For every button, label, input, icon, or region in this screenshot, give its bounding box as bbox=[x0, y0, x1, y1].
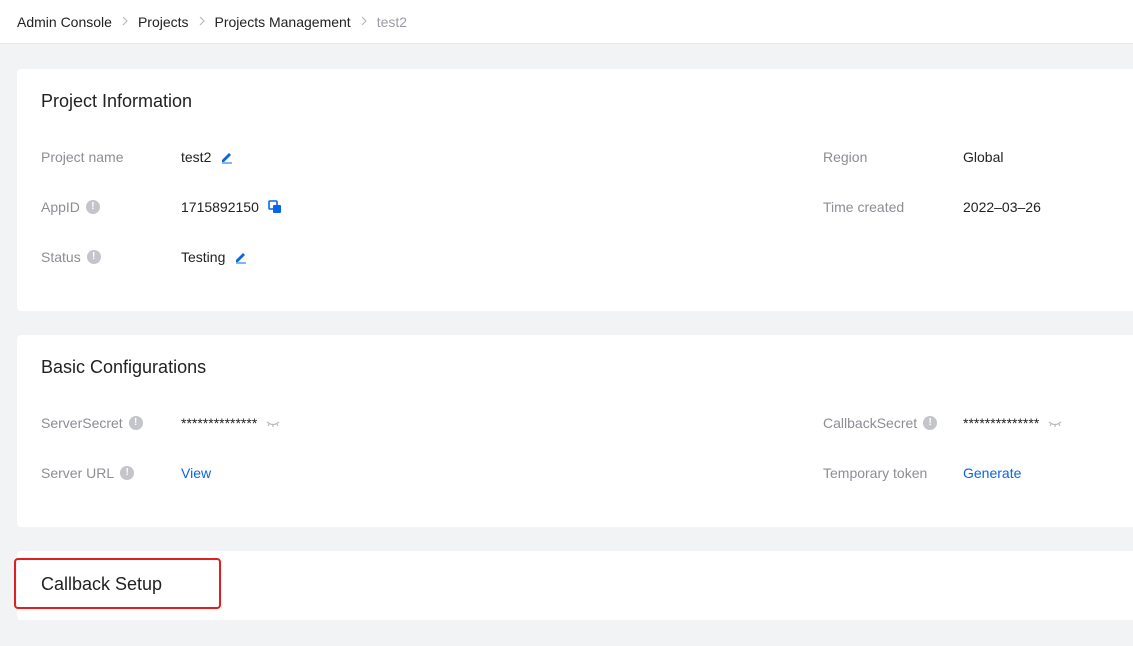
breadcrumb-projects-management[interactable]: Projects Management bbox=[215, 14, 351, 30]
status-value: Testing bbox=[181, 249, 248, 265]
region-value: Global bbox=[963, 149, 1004, 165]
eye-closed-icon[interactable] bbox=[1048, 416, 1062, 430]
project-information-card: Project Information Project name test2 A… bbox=[17, 69, 1133, 311]
edit-icon[interactable] bbox=[234, 250, 248, 264]
server-url-value: View bbox=[181, 465, 211, 481]
callback-secret-label: CallbackSecret ! bbox=[823, 415, 938, 431]
breadcrumb-projects[interactable]: Projects bbox=[138, 14, 189, 30]
breadcrumb-admin-console[interactable]: Admin Console bbox=[17, 14, 112, 30]
project-name-value: test2 bbox=[181, 149, 234, 165]
breadcrumb-current: test2 bbox=[376, 13, 408, 30]
time-created-value: 2022–03–26 bbox=[963, 199, 1041, 215]
project-information-title: Project Information bbox=[41, 91, 193, 111]
callback-secret-value: ************** bbox=[963, 415, 1062, 431]
info-icon[interactable]: ! bbox=[120, 466, 135, 480]
project-name-label: Project name bbox=[41, 149, 124, 165]
info-icon[interactable]: ! bbox=[85, 200, 100, 214]
info-icon[interactable]: ! bbox=[923, 416, 938, 430]
chevron-right-icon bbox=[351, 14, 377, 29]
copy-icon[interactable] bbox=[268, 200, 282, 214]
basic-configurations-card: Basic Configurations ServerSecret ! ****… bbox=[17, 335, 1133, 527]
status-label: Status ! bbox=[41, 249, 101, 265]
chevron-right-icon bbox=[189, 14, 215, 29]
temporary-token-label: Temporary token bbox=[823, 465, 928, 481]
breadcrumb: Admin Console Projects Projects Manageme… bbox=[0, 0, 1133, 44]
view-link[interactable]: View bbox=[181, 465, 211, 481]
appid-label: AppID ! bbox=[41, 199, 100, 215]
time-created-label: Time created bbox=[823, 199, 905, 215]
temporary-token-value: Generate bbox=[963, 465, 1021, 481]
region-label: Region bbox=[823, 149, 868, 165]
eye-closed-icon[interactable] bbox=[266, 416, 280, 430]
generate-link[interactable]: Generate bbox=[963, 465, 1021, 481]
info-icon[interactable]: ! bbox=[86, 250, 101, 264]
server-url-label: Server URL ! bbox=[41, 465, 135, 481]
chevron-right-icon bbox=[112, 14, 138, 29]
callback-setup-card: Callback Setup bbox=[17, 551, 1133, 620]
server-secret-value: ************** bbox=[181, 415, 280, 431]
edit-icon[interactable] bbox=[220, 150, 234, 164]
callback-setup-title[interactable]: Callback Setup bbox=[41, 574, 162, 595]
info-icon[interactable]: ! bbox=[128, 416, 143, 430]
basic-configurations-title: Basic Configurations bbox=[41, 357, 207, 377]
appid-value: 1715892150 bbox=[181, 199, 282, 215]
server-secret-label: ServerSecret ! bbox=[41, 415, 143, 431]
